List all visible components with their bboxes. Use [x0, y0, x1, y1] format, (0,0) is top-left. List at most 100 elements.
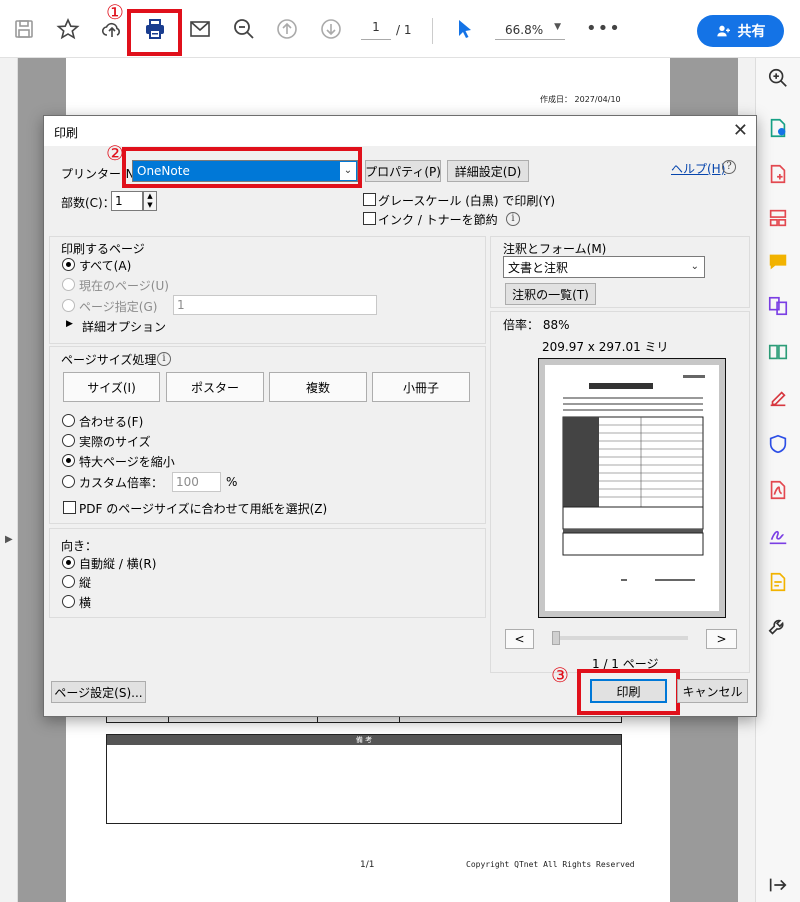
pages-specify-input[interactable]: 1	[173, 295, 377, 315]
orientation-group	[49, 528, 486, 618]
orientation-portrait-radio[interactable]	[62, 575, 75, 588]
orientation-landscape-radio[interactable]	[62, 595, 75, 608]
help-link[interactable]: ヘルプ(H)	[671, 160, 725, 177]
info-icon[interactable]: i	[506, 212, 520, 226]
comment-icon[interactable]	[766, 250, 790, 274]
print-icon[interactable]	[140, 14, 170, 44]
expand-left-icon[interactable]: ▶	[5, 534, 13, 545]
acrobat-pdf-icon[interactable]	[766, 478, 790, 502]
chevron-down-icon: ⌄	[690, 261, 699, 272]
fill-sign-icon[interactable]	[766, 386, 790, 410]
preview-slider-thumb[interactable]	[552, 631, 560, 645]
more-options-label[interactable]: 詳細オプション	[82, 318, 166, 335]
star-icon[interactable]	[53, 14, 83, 44]
right-tools-panel	[755, 58, 800, 902]
help-question-icon[interactable]: ?	[722, 160, 736, 174]
pages-current-radio[interactable]	[62, 278, 75, 291]
custom-scale-radio[interactable]	[62, 475, 75, 488]
dialog-title: 印刷	[54, 126, 79, 140]
comments-value: 文書と注釈	[508, 260, 569, 275]
shrink-label: 特大ページを縮小	[79, 455, 175, 469]
prev-page-icon[interactable]	[272, 14, 302, 44]
document-page-number: 1/1	[360, 860, 375, 870]
pages-specify-label: ページ指定(G)	[79, 300, 158, 314]
save-icon[interactable]	[9, 14, 39, 44]
export-pdf-icon[interactable]	[766, 116, 790, 140]
orientation-auto-label: 自動縦 / 横(R)	[79, 557, 157, 571]
paper-size-label: 209.97 x 297.01 ミリ	[542, 340, 669, 354]
comments-select[interactable]: 文書と注釈 ⌄	[503, 256, 705, 278]
preview-page-thumbnail	[545, 365, 719, 611]
page-number-input[interactable]: 1	[361, 20, 391, 40]
actual-size-label: 実際のサイズ	[79, 435, 151, 449]
preview-prev-button[interactable]: <	[505, 629, 534, 649]
zoom-select[interactable]: 66.8% ▼	[495, 20, 565, 40]
printer-value: OneNote	[137, 164, 190, 178]
fit-radio[interactable]	[62, 414, 75, 427]
zoom-tool-icon[interactable]	[766, 66, 790, 90]
zoom-search-icon[interactable]	[229, 14, 259, 44]
shrink-radio[interactable]	[62, 454, 75, 467]
step-marker-3: ③	[551, 663, 569, 687]
multiple-tab-button[interactable]: 複数	[269, 372, 367, 402]
booklet-tab-button[interactable]: 小冊子	[372, 372, 470, 402]
compare-files-icon[interactable]	[766, 340, 790, 364]
pages-specify-radio[interactable]	[62, 299, 75, 312]
share-label: 共有	[737, 24, 766, 40]
copies-input[interactable]: 1	[111, 191, 143, 211]
page-setup-button[interactable]: ページ設定(S)...	[51, 681, 146, 703]
custom-scale-input[interactable]: 100	[172, 472, 221, 492]
collapse-panel-icon[interactable]	[766, 873, 790, 897]
top-toolbar: ① 1 / 1 66.8% ▼ ••• 共有	[0, 0, 800, 58]
organize-pages-icon[interactable]	[766, 206, 790, 230]
page-total-label: / 1	[396, 23, 412, 37]
poster-tab-button[interactable]: ポスター	[166, 372, 264, 402]
left-panel-strip[interactable]: ▶	[0, 58, 18, 902]
grayscale-checkbox[interactable]	[363, 193, 376, 206]
save-ink-checkbox[interactable]	[363, 212, 376, 225]
printer-select[interactable]: OneNote ⌄	[132, 160, 358, 182]
comments-list-button[interactable]: 注釈の一覧(T)	[505, 283, 596, 305]
properties-button[interactable]: プロパティ(P)	[365, 160, 441, 182]
pages-current-label: 現在のページ(U)	[79, 279, 169, 293]
copies-stepper[interactable]: ▲ ▼	[143, 191, 157, 211]
document-date: 作成日： 2027/04/10	[540, 95, 621, 104]
info-icon[interactable]: i	[157, 352, 171, 366]
more-tools-icon[interactable]: •••	[586, 18, 621, 39]
share-button[interactable]: 共有	[697, 15, 784, 47]
pages-all-label: すべて(A)	[79, 259, 132, 273]
cancel-button[interactable]: キャンセル	[677, 679, 748, 703]
edit-pdf-icon[interactable]	[766, 570, 790, 594]
combine-files-icon[interactable]	[766, 294, 790, 318]
preview-next-button[interactable]: >	[706, 629, 737, 649]
preview-document-graphic	[562, 375, 705, 581]
toolbar-divider	[432, 18, 433, 44]
pdf-page-size-checkbox[interactable]	[63, 501, 76, 514]
pdf-page-size-label: PDF のページサイズに合わせて用紙を選択(Z)	[79, 502, 328, 516]
pages-group-title: 印刷するページ	[61, 242, 145, 256]
size-tab-button[interactable]: サイズ(I)	[63, 372, 160, 402]
preview-slider-track[interactable]	[554, 636, 688, 640]
actual-size-radio[interactable]	[62, 434, 75, 447]
fit-label: 合わせる(F)	[79, 415, 144, 429]
pages-all-radio[interactable]	[62, 258, 75, 271]
chevron-down-icon: ⌄	[340, 162, 356, 180]
dialog-titlebar: 印刷 ✕	[44, 116, 756, 146]
custom-scale-label: カスタム倍率：	[79, 476, 164, 490]
orientation-auto-radio[interactable]	[62, 556, 75, 569]
select-cursor-icon[interactable]	[450, 14, 480, 44]
advanced-button[interactable]: 詳細設定(D)	[447, 160, 529, 182]
percent-label: %	[226, 475, 238, 489]
protect-shield-icon[interactable]	[766, 432, 790, 456]
remarks-header: 備 考	[107, 735, 621, 745]
more-tools-wrench-icon[interactable]	[766, 616, 790, 640]
create-pdf-icon[interactable]	[766, 162, 790, 186]
close-icon[interactable]: ✕	[733, 120, 748, 141]
next-page-icon[interactable]	[316, 14, 346, 44]
mail-icon[interactable]	[185, 14, 215, 44]
save-ink-label: インク / トナーを節約	[378, 213, 498, 227]
print-button[interactable]: 印刷	[590, 679, 667, 703]
document-copyright: Copyright QTnet All Rights Reserved	[466, 860, 635, 869]
signature-icon[interactable]	[766, 524, 790, 548]
expand-triangle-icon[interactable]: ▶	[66, 319, 73, 329]
